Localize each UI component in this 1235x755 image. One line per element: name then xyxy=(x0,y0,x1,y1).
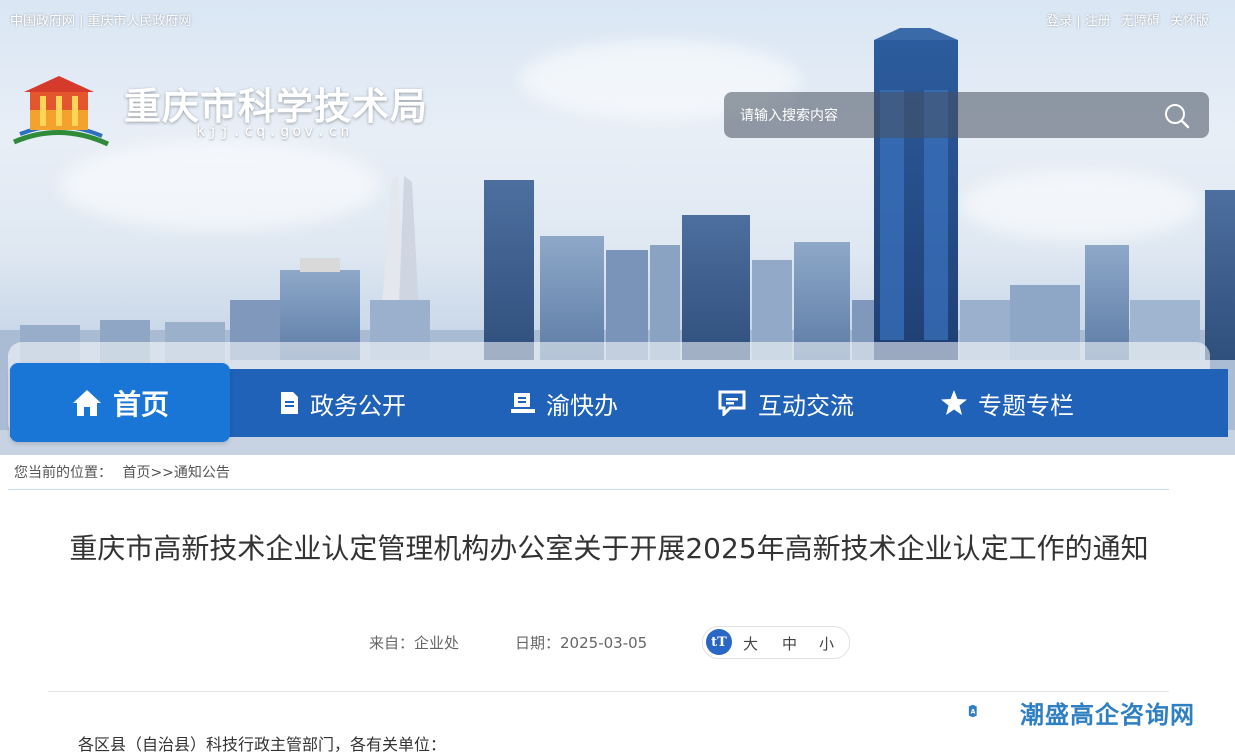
user-links: 登录 | 注册 无障碍 关怀版 xyxy=(1046,10,1209,29)
breadcrumb-separator: >> xyxy=(150,465,174,481)
breadcrumb-prefix: 您当前的位置： xyxy=(14,465,112,481)
watermark-logo-icon: A xyxy=(968,704,977,718)
nav-item-label: 互动交流 xyxy=(758,391,854,420)
font-size-medium[interactable]: 中 xyxy=(782,633,797,654)
nav-item-interaction[interactable]: 互动交流 xyxy=(718,369,854,437)
nav-item-quick-service[interactable]: 渝快办 xyxy=(510,369,618,437)
nav-item-label: 专题专栏 xyxy=(978,391,1074,420)
chat-bubble-icon xyxy=(718,390,746,416)
login-link[interactable]: 登录 xyxy=(1046,14,1072,29)
article-meta: 来自：企业处 日期：2025-03-05 xyxy=(0,632,1235,652)
elder-mode-link[interactable]: 关怀版 xyxy=(1170,14,1209,29)
source-label: 来自： xyxy=(369,634,415,652)
top-utility-bar: 中国政府网 | 重庆市人民政府网 登录 | 注册 无障碍 关怀版 xyxy=(0,0,1235,36)
breadcrumb: 您当前的位置： 首页>>通知公告 xyxy=(14,462,230,482)
nav-item-home[interactable]: 首页 xyxy=(10,363,230,442)
font-size-small[interactable]: 小 xyxy=(819,633,834,654)
link-separator: | xyxy=(79,14,84,29)
source-value: 企业处 xyxy=(414,634,460,652)
font-size-control: tT 大 中 小 xyxy=(702,626,850,659)
document-icon xyxy=(281,392,298,414)
nav-item-special-topics[interactable]: 专题专栏 xyxy=(940,369,1074,437)
link-chongqing-gov[interactable]: 重庆市人民政府网 xyxy=(87,14,191,29)
gov-links: 中国政府网 | 重庆市人民政府网 xyxy=(10,10,191,29)
date-value: 2025-03-05 xyxy=(560,634,648,652)
article-date: 日期：2025-03-05 xyxy=(515,632,647,653)
site-domain: kjj.cq.gov.cn xyxy=(196,122,353,140)
search-input[interactable] xyxy=(738,92,1142,140)
article-title: 重庆市高新技术企业认定管理机构办公室关于开展2025年高新技术企业认定工作的通知 xyxy=(69,532,1149,565)
header-banner: 中国政府网 | 重庆市人民政府网 登录 | 注册 无障碍 关怀版 重庆市科学技术局 kj… xyxy=(0,0,1235,455)
nav-item-gov-affairs[interactable]: 政务公开 xyxy=(278,369,406,437)
nav-home-label: 首页 xyxy=(112,387,169,421)
star-icon xyxy=(941,390,967,415)
article-source: 来自：企业处 xyxy=(369,632,459,653)
book-stack-icon xyxy=(511,393,535,413)
breadcrumb-current-link[interactable]: 通知公告 xyxy=(174,465,230,481)
home-icon xyxy=(72,389,101,416)
search-bar xyxy=(724,92,1209,140)
link-separator: | xyxy=(1076,14,1081,29)
watermark-text: 潮盛高企咨询网 xyxy=(1020,700,1195,729)
nav-item-label: 渝快办 xyxy=(546,391,618,420)
font-size-icon: tT xyxy=(706,629,732,655)
accessibility-link[interactable]: 无障碍 xyxy=(1121,14,1160,29)
register-link[interactable]: 注册 xyxy=(1085,14,1111,29)
font-size-large[interactable]: 大 xyxy=(743,633,758,654)
national-emblem-logo-icon[interactable] xyxy=(10,72,110,150)
article-body-first-line: 各区县（自治县）科技行政主管部门，各有关单位： xyxy=(78,735,447,754)
search-icon[interactable] xyxy=(1163,102,1191,130)
breadcrumb-home-link[interactable]: 首页 xyxy=(122,465,150,481)
svg-text:A: A xyxy=(971,708,976,715)
breadcrumb-divider xyxy=(8,489,1169,490)
date-label: 日期： xyxy=(515,634,561,652)
link-china-gov[interactable]: 中国政府网 xyxy=(10,14,75,29)
nav-item-label: 政务公开 xyxy=(310,391,406,420)
